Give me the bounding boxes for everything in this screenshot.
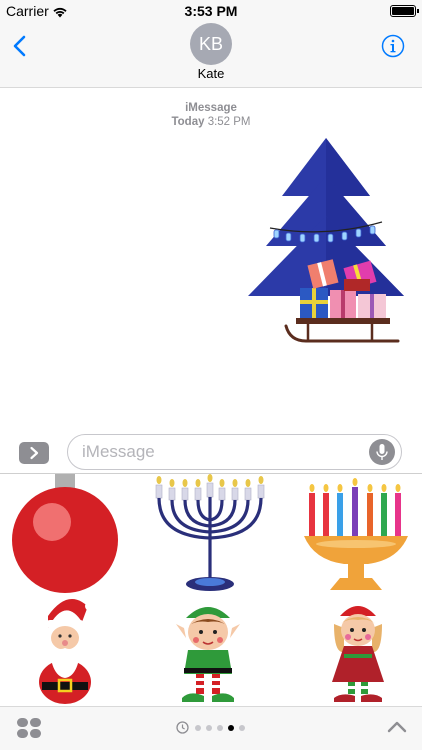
message-input[interactable] (67, 434, 402, 470)
contact-avatar[interactable]: KB (190, 23, 232, 65)
chevron-left-icon (13, 35, 26, 57)
santa-sticker[interactable] (30, 598, 100, 705)
app-drawer-button[interactable] (16, 717, 42, 739)
boy-elf-sticker[interactable] (168, 598, 248, 705)
sticker-drawer (0, 474, 422, 705)
status-time: 3:53 PM (184, 3, 238, 19)
status-bar: Carrier 3:53 PM (0, 0, 422, 22)
microphone-icon (376, 444, 388, 460)
service-label: iMessage (185, 102, 237, 114)
microphone-button[interactable] (369, 439, 395, 465)
battery-icon (390, 5, 419, 17)
info-icon (381, 34, 405, 58)
chevron-right-icon (30, 446, 39, 460)
page-dot-3[interactable] (217, 725, 223, 731)
chevron-up-icon (387, 721, 407, 733)
time-label: 3:52 PM (207, 116, 251, 128)
app-drawer-icon (17, 718, 41, 738)
collapse-drawer-button[interactable] (386, 719, 408, 735)
expand-button[interactable] (19, 442, 49, 464)
menorah-sticker[interactable] (150, 474, 270, 598)
page-indicator (176, 721, 256, 735)
christmas-tree-sleigh-sticker[interactable] (246, 136, 406, 346)
kinara-sticker[interactable] (302, 478, 410, 598)
page-dot-4[interactable] (228, 725, 234, 731)
girl-elf-sticker[interactable] (318, 598, 398, 705)
conversation-header: KB Kate (0, 22, 422, 88)
day-label: Today (171, 116, 205, 128)
info-button[interactable] (381, 34, 405, 58)
red-ornament-sticker[interactable] (10, 474, 122, 598)
page-dot-1[interactable] (195, 725, 201, 731)
conversation-timestamp: iMessage Today 3:52 PM (0, 101, 422, 129)
contact-name[interactable]: Kate (0, 66, 422, 81)
app-drawer-toolbar (0, 706, 422, 750)
message-input-bar (0, 428, 422, 474)
page-dot-2[interactable] (206, 725, 212, 731)
clock-icon[interactable] (176, 721, 189, 734)
page-dot-5[interactable] (239, 725, 245, 731)
back-button[interactable] (10, 34, 30, 58)
